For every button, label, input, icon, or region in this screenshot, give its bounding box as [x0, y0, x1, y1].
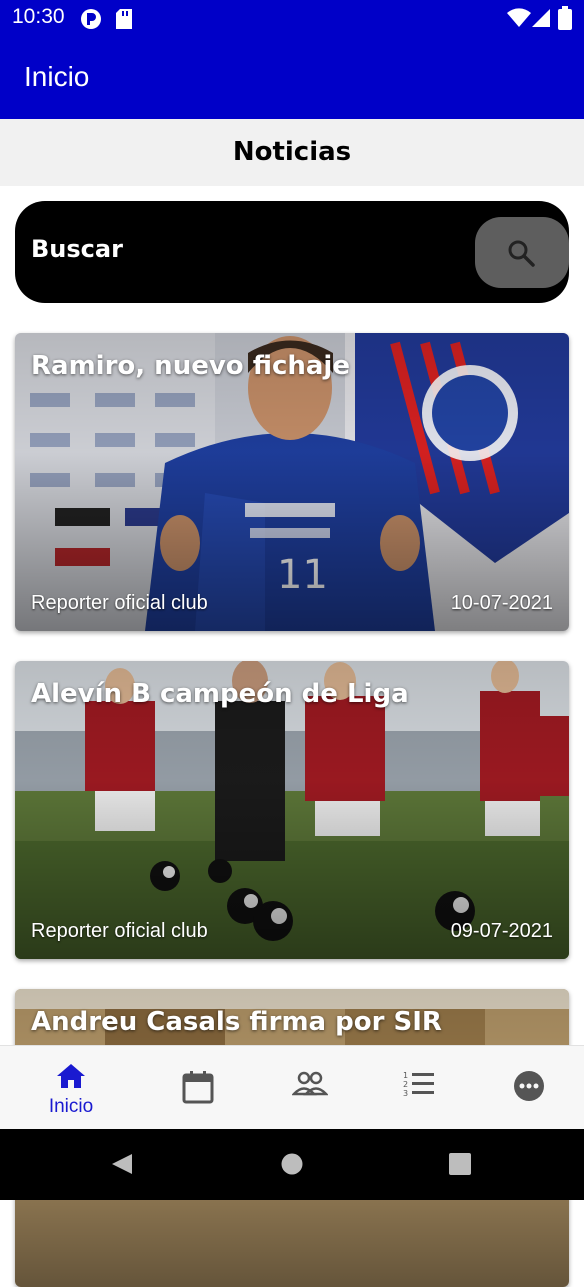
sd-card-icon	[115, 8, 133, 34]
section-title: Noticias	[232, 137, 352, 167]
system-navigation-bar	[0, 1129, 584, 1200]
news-title: Andreu Casals firma por SIR	[31, 1007, 442, 1037]
svg-text:2: 2	[403, 1080, 408, 1089]
home-circle-icon[interactable]	[281, 1153, 303, 1175]
bottom-navigation: Inicio 1 2 3	[0, 1045, 584, 1130]
news-date: 09-07-2021	[450, 920, 553, 942]
news-date: 10-07-2021	[450, 592, 553, 614]
svg-text:1: 1	[403, 1071, 408, 1080]
nav-item-people[interactable]	[250, 1046, 366, 1130]
more-icon	[514, 1071, 544, 1101]
news-author: Reporter oficial club	[31, 920, 208, 942]
news-card[interactable]: Alevín B campeón de Liga Reporter oficia…	[15, 661, 569, 959]
signal-icon	[531, 8, 551, 32]
calendar-icon	[182, 1071, 214, 1104]
svg-text:3: 3	[403, 1089, 408, 1098]
people-icon	[292, 1071, 328, 1096]
nav-item-calendar[interactable]	[140, 1046, 256, 1130]
search-label[interactable]: Buscar	[31, 235, 123, 263]
nav-item-more[interactable]	[471, 1046, 584, 1130]
app-bar: Inicio	[0, 38, 584, 119]
app-bar-title: Inicio	[24, 61, 90, 92]
search-button[interactable]	[475, 217, 569, 288]
news-author: Reporter oficial club	[31, 592, 208, 614]
news-card[interactable]: 11 Ramiro, nuevo fichaje Reporter oficia…	[15, 333, 569, 631]
wifi-icon	[507, 8, 531, 32]
section-header: Noticias	[0, 119, 584, 186]
nav-item-inicio[interactable]: Inicio	[13, 1046, 129, 1130]
news-title: Alevín B campeón de Liga	[31, 679, 409, 709]
news-title: Ramiro, nuevo fichaje	[31, 351, 350, 381]
search-bar[interactable]: Buscar	[15, 201, 569, 303]
nav-label-inicio: Inicio	[48, 1096, 94, 1117]
status-bar: 10:30	[0, 0, 584, 38]
battery-icon	[558, 6, 572, 34]
app-notification-icon	[80, 8, 102, 34]
search-icon	[508, 240, 535, 267]
nav-item-list[interactable]: 1 2 3	[360, 1046, 476, 1130]
recents-icon[interactable]	[449, 1153, 471, 1175]
status-time: 10:30	[12, 5, 65, 28]
list-icon: 1 2 3	[403, 1071, 434, 1098]
back-icon[interactable]	[110, 1152, 134, 1176]
home-icon	[57, 1064, 85, 1088]
